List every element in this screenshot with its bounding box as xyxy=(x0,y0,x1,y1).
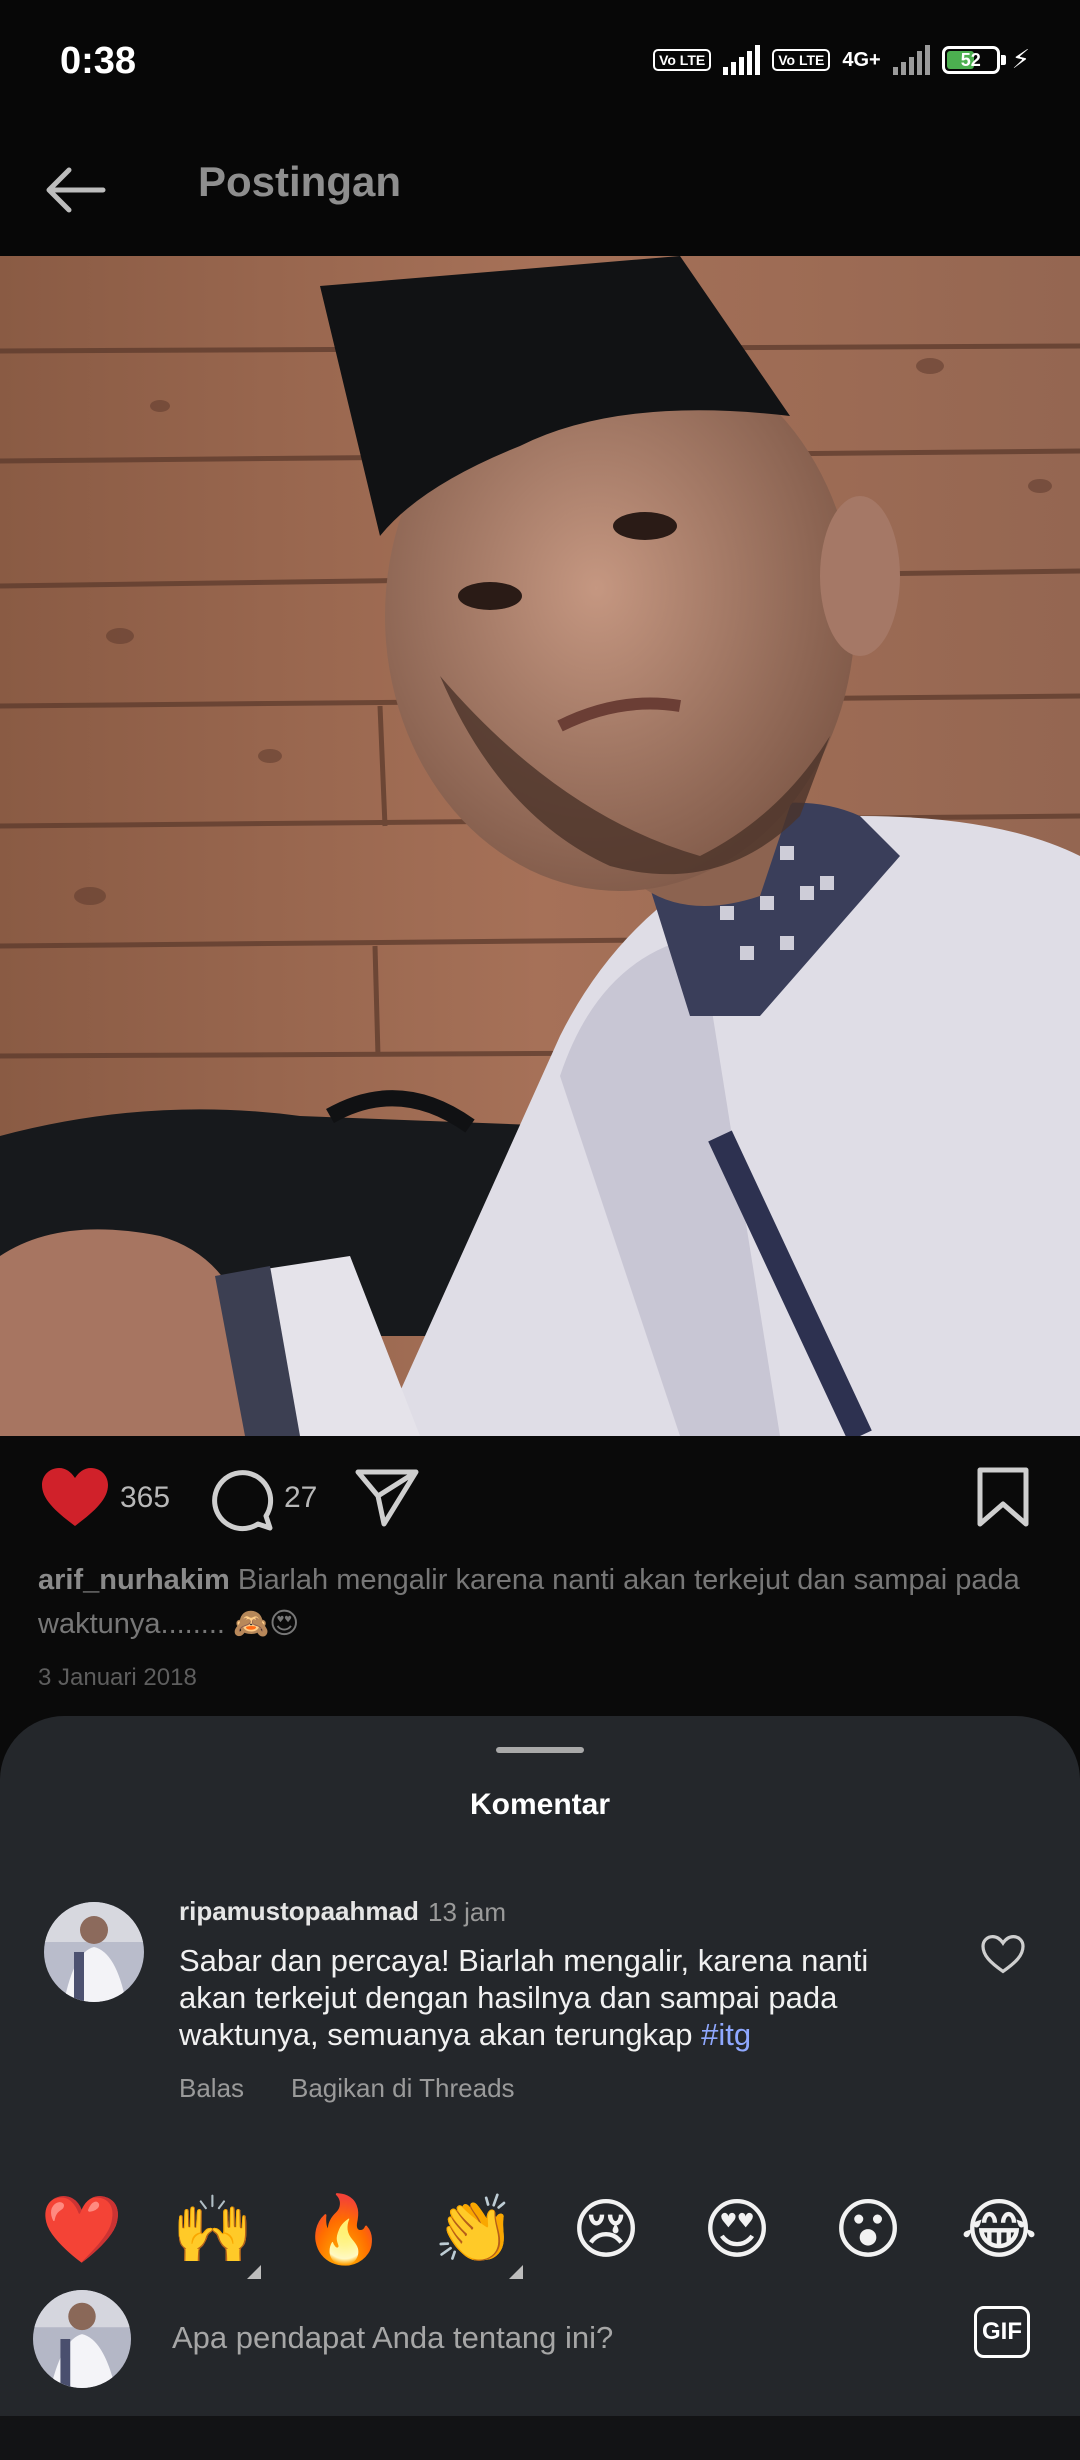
battery-icon: 52 xyxy=(941,45,1006,74)
comment-text: Sabar dan percaya! Biarlah mengalir, kar… xyxy=(179,1942,909,2053)
emoji-laugh[interactable]: 😂 xyxy=(955,2185,1043,2273)
caption-username[interactable]: arif_nurhakim xyxy=(38,1564,230,1596)
status-icons: Vo LTE Vo LTE 4G+ 52 ⚡ xyxy=(653,44,1030,75)
battery-percent: 52 xyxy=(960,49,981,70)
comment-count: 27 xyxy=(284,1481,318,1514)
emoji-cry[interactable]: 😢 xyxy=(562,2185,650,2273)
signal-icon-2 xyxy=(892,44,930,75)
emoji-surprised[interactable]: 😮 xyxy=(824,2185,912,2273)
emoji-fire[interactable]: 🔥 xyxy=(300,2185,388,2273)
save-button[interactable] xyxy=(976,1466,1030,1533)
comment-button[interactable] xyxy=(208,1466,274,1537)
charging-icon: ⚡ xyxy=(1011,44,1030,74)
comments-title: Komentar xyxy=(469,1788,611,1821)
post-photo[interactable] xyxy=(0,256,1080,1436)
heart-filled-icon xyxy=(42,1468,108,1526)
current-user-avatar xyxy=(33,2290,131,2388)
bookmark-icon xyxy=(977,1467,1029,1527)
share-threads-button[interactable]: Bagikan di Threads xyxy=(291,2073,515,2104)
volte-icon-2: Vo LTE xyxy=(772,48,831,71)
arrow-left-icon xyxy=(46,167,106,213)
sheet-drag-handle[interactable] xyxy=(496,1747,584,1753)
like-button[interactable] xyxy=(40,1466,110,1533)
like-count: 365 xyxy=(120,1481,171,1514)
post-date: 3 Januari 2018 xyxy=(38,1664,197,1691)
volte-icon: Vo LTE xyxy=(653,48,712,71)
app-header xyxy=(0,130,1080,256)
emoji-heart[interactable]: ❤️ xyxy=(38,2185,126,2273)
heart-outline-icon xyxy=(981,1934,1025,1974)
comment-body: Sabar dan percaya! Biarlah mengalir, kar… xyxy=(179,1943,869,2052)
system-nav-bar xyxy=(0,2416,1080,2460)
gif-button[interactable]: GIF xyxy=(974,2306,1030,2358)
post-image xyxy=(0,256,1080,1436)
skin-tone-indicator xyxy=(247,2265,261,2279)
comment-username[interactable]: ripamustopaahmad xyxy=(179,1896,419,1927)
emoji-clap-glyph: 👏 xyxy=(433,2192,517,2266)
avatar-image xyxy=(44,1902,144,2002)
page-title: Postingan xyxy=(198,158,402,205)
comment-avatar[interactable] xyxy=(44,1902,144,2002)
send-icon xyxy=(355,1469,419,1527)
share-button[interactable] xyxy=(354,1466,420,1533)
reply-button[interactable]: Balas xyxy=(179,2073,244,2104)
comment-input[interactable] xyxy=(170,2312,954,2364)
emoji-clap[interactable]: 👏 xyxy=(431,2185,523,2279)
network-type: 4G+ xyxy=(842,48,881,71)
emoji-heart-eyes[interactable]: 😍 xyxy=(693,2185,781,2273)
comment-time: 13 jam xyxy=(428,1897,507,1927)
comment-hashtag[interactable]: #itg xyxy=(701,2017,751,2052)
status-time: 0:38 xyxy=(60,40,137,82)
signal-icon xyxy=(723,44,761,75)
back-button[interactable] xyxy=(40,155,110,225)
emoji-raised-hands-glyph: 🙌 xyxy=(171,2192,255,2266)
comment-like-button[interactable] xyxy=(980,1934,1026,1979)
avatar-image-self xyxy=(33,2290,131,2388)
comment-bubble-icon xyxy=(212,1470,274,1532)
emoji-raised-hands[interactable]: 🙌 xyxy=(169,2185,261,2279)
post-caption: arif_nurhakim Biarlah mengalir karena na… xyxy=(38,1558,1048,1646)
skin-tone-indicator-2 xyxy=(509,2265,523,2279)
